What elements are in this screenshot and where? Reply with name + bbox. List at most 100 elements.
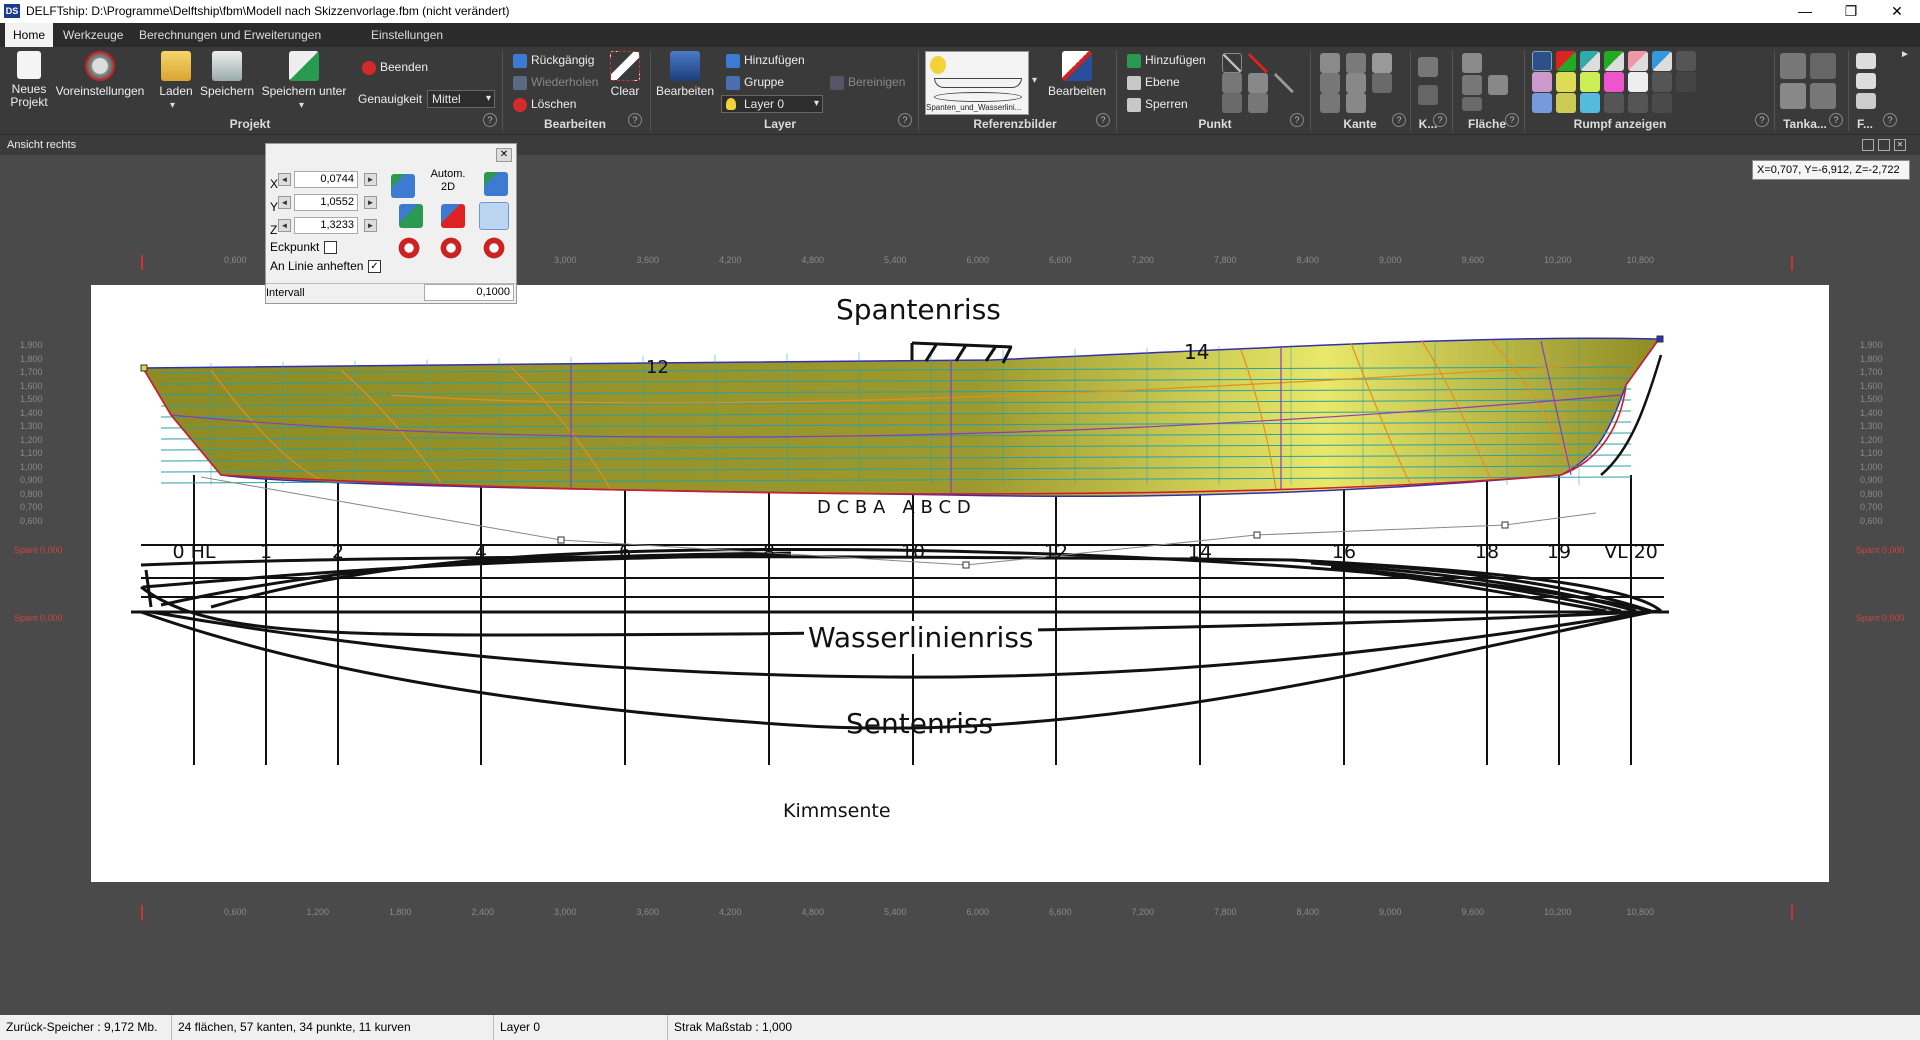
loeschen-button[interactable]: Löschen [513,94,576,114]
z-decrement[interactable]: ◄ [278,219,291,232]
active-layer-select[interactable]: Layer 0 ▾ [721,95,823,113]
laden-dropdown-arrow[interactable]: ▾ [170,100,175,111]
insert-plane-icon[interactable] [1248,73,1268,93]
flaeche-help-icon[interactable]: ? [1505,113,1519,127]
kante-help-icon[interactable]: ? [1392,113,1406,127]
show-surface-icon[interactable] [1532,93,1552,113]
extrude-edge-icon[interactable] [1320,53,1340,73]
show-interior-edges-icon[interactable] [1556,51,1576,71]
referenzbild-thumbnail[interactable]: Spanten_und_Wasserlini... [925,51,1029,115]
bearbeiten-help-icon[interactable]: ? [628,113,642,127]
intervall-field[interactable]: 0,1000 [424,284,514,301]
show-control-net-icon[interactable] [1532,51,1552,71]
an-linie-anheften-checkbox[interactable]: ✓ [368,260,381,273]
view-maximize-button[interactable] [1878,139,1890,151]
x-decrement[interactable]: ◄ [278,173,291,186]
bereinigen-button[interactable]: Bereinigen [830,72,905,92]
view-right-icon[interactable] [479,202,509,230]
eckpunkt-checkbox[interactable] [324,241,337,254]
curve-point-icon[interactable] [1418,85,1438,105]
move-point-x-icon[interactable] [397,236,421,260]
move-point-y-icon[interactable] [439,236,463,260]
line-tool-icon[interactable] [1222,53,1242,73]
show-diagonals-icon[interactable] [1652,51,1672,71]
speichern-button[interactable]: Speichern [198,51,256,98]
collapse-edge-icon[interactable] [1372,53,1392,73]
show-normals-icon[interactable] [1556,72,1576,92]
view-3d-icon[interactable] [484,172,508,196]
close-button[interactable]: ✕ [1874,0,1920,23]
panel-close-button[interactable]: ✕ [496,148,512,162]
show-contours-icon[interactable] [1676,72,1696,92]
collapse-point-icon[interactable] [1222,73,1242,93]
wiederholen-button[interactable]: Wiederholen [513,72,598,92]
z-increment[interactable]: ► [364,219,377,232]
show-waterlines-icon[interactable] [1628,51,1648,71]
y-coordinate-field[interactable]: 1,0552 [294,194,358,211]
align-points-icon[interactable] [1248,93,1268,113]
view-minimize-button[interactable] [1862,139,1874,151]
ebene-button[interactable]: Ebene [1127,72,1180,92]
neues-projekt-button[interactable]: Neues Projekt [8,51,50,109]
punkt-help-icon[interactable]: ? [1290,113,1304,127]
show-lines-icon[interactable] [1580,93,1600,113]
tank-icon[interactable] [1780,53,1806,79]
referenzbild-dropdown-arrow[interactable]: ▾ [1032,75,1037,86]
referenzbilder-help-icon[interactable]: ? [1096,113,1110,127]
move-point-z-icon[interactable] [482,236,506,260]
speichern-unter-dropdown-arrow[interactable]: ▾ [299,100,304,111]
tab-home[interactable]: Home [5,23,54,47]
layer-bearbeiten-button[interactable]: Bearbeiten [655,51,715,98]
tank-edit-icon[interactable] [1810,53,1836,79]
invert-face-icon[interactable] [1462,75,1482,95]
insert-edge-icon[interactable] [1320,73,1340,93]
maximize-button[interactable]: ❐ [1828,0,1874,23]
tank-list-icon[interactable] [1810,83,1836,109]
tab-werkzeuge[interactable]: Werkzeuge [55,23,131,47]
show-markers-icon[interactable] [1676,51,1696,71]
beenden-button[interactable]: Beenden [362,57,428,77]
show-zebra-icon[interactable] [1652,72,1672,92]
z-coordinate-field[interactable]: 1,3233 [294,217,358,234]
intersect-icon[interactable] [1274,73,1294,93]
rumpf-help-icon[interactable]: ? [1755,113,1769,127]
split-edge-icon[interactable] [1248,53,1268,73]
show-stations-icon[interactable] [1580,51,1600,71]
show-both-sides-icon[interactable] [1604,93,1624,113]
tab-berechnungen[interactable]: Berechnungen und Erweiterungen [131,23,329,47]
new-curve-icon[interactable] [1418,57,1438,77]
layer-hinzufuegen-button[interactable]: Hinzufügen [726,50,805,70]
rueckgaengig-button[interactable]: Rückgängig [513,50,594,70]
genauigkeit-select[interactable]: Mittel ▾ [427,90,495,108]
f-help-icon[interactable]: ? [1883,113,1897,127]
view-front-icon[interactable] [391,174,415,198]
k-help-icon[interactable]: ? [1433,113,1447,127]
show-flowlines-icon[interactable] [1580,72,1600,92]
speichern-unter-button[interactable]: Speichern unter [258,51,350,98]
show-hydrostatics-icon[interactable] [1604,72,1624,92]
y-increment[interactable]: ► [364,196,377,209]
connect-edge-icon[interactable] [1320,93,1340,113]
remove-edge-icon[interactable] [1346,93,1366,113]
show-points-icon[interactable] [1628,93,1648,113]
view-close-button[interactable]: ✕ [1894,139,1906,151]
show-grid-icon[interactable] [1628,72,1648,92]
minimize-button[interactable]: — [1782,0,1828,23]
sperren-button[interactable]: Sperren [1127,94,1188,114]
x-increment[interactable]: ► [364,173,377,186]
split-edge-icon[interactable] [1346,53,1366,73]
x-coordinate-field[interactable]: 0,0744 [294,171,358,188]
show-shading-icon[interactable] [1556,93,1576,113]
laden-button[interactable]: Laden ? [156,51,196,111]
voreinstellungen-button[interactable]: Voreinstellungen [54,51,146,98]
projekt-help-icon[interactable]: ? [483,113,497,127]
frame-edit-icon[interactable] [1856,93,1876,109]
y-decrement[interactable]: ◄ [278,196,291,209]
frame-list-icon[interactable] [1856,73,1876,89]
layer-face-icon[interactable] [1462,97,1482,111]
tab-einstellungen[interactable]: Einstellungen [363,23,451,47]
gruppe-button[interactable]: Gruppe [726,72,784,92]
add-face-icon[interactable] [1462,53,1482,73]
show-buttocks-icon[interactable] [1604,51,1624,71]
ribbon-scroll-arrow[interactable]: ► [1900,49,1910,60]
